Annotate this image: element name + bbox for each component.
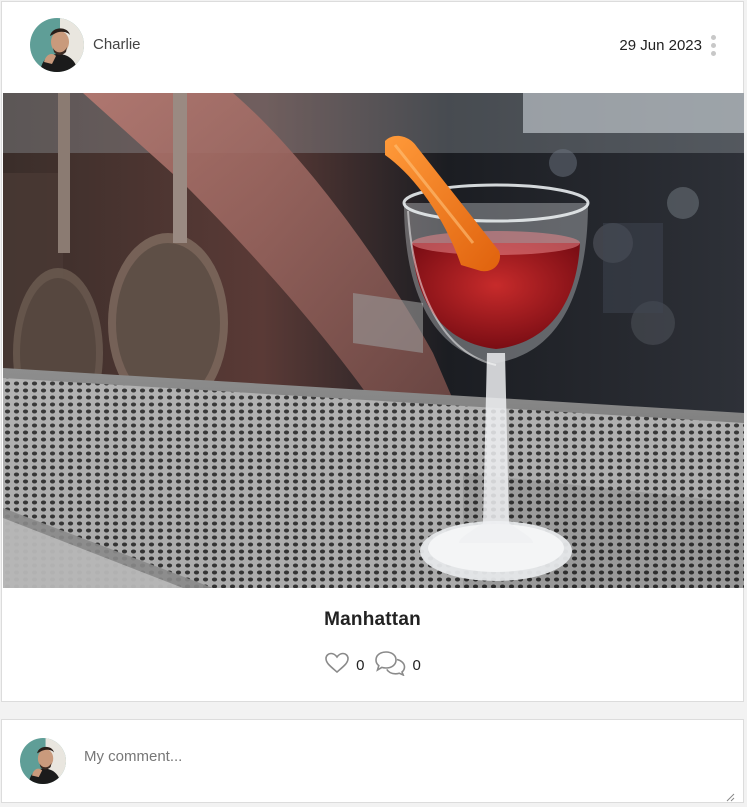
post-title: Manhattan [324, 609, 421, 630]
comment-button[interactable]: 0 [373, 650, 421, 681]
like-button[interactable]: 0 [324, 652, 365, 679]
post-header: Charlie 29 Jun 2023 [2, 2, 743, 93]
comment-composer [1, 719, 744, 803]
post-date: 29 Jun 2023 [619, 37, 702, 54]
current-user-avatar [20, 738, 66, 784]
author-avatar[interactable] [30, 18, 84, 72]
resize-grip-icon[interactable] [725, 789, 735, 802]
like-count: 0 [356, 656, 365, 674]
comment-count: 0 [412, 656, 421, 674]
speech-bubbles-icon [373, 650, 407, 681]
author-name[interactable]: Charlie [93, 36, 141, 53]
more-vertical-icon[interactable] [705, 33, 721, 63]
post-actions: 0 0 [2, 650, 743, 680]
comment-input[interactable] [84, 744, 732, 802]
post-card: Charlie 29 Jun 2023 Manhattan 0 0 [1, 1, 744, 702]
heart-icon [324, 652, 350, 679]
post-photo[interactable] [3, 93, 744, 588]
